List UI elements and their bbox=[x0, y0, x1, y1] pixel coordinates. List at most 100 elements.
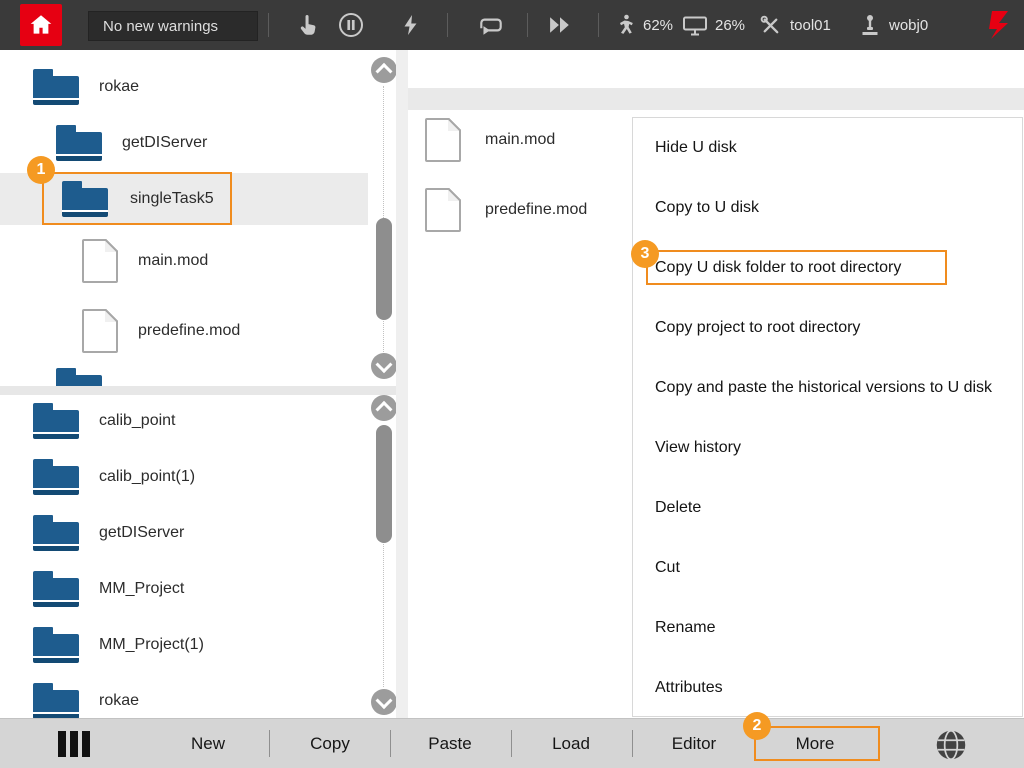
folder-icon bbox=[33, 459, 79, 495]
top-bar: No new warnings 62% bbox=[0, 0, 1024, 50]
list-item-calib-point-1[interactable]: calib_point(1) bbox=[0, 451, 368, 503]
list-item-mm-project[interactable]: MM_Project bbox=[0, 563, 368, 615]
separator bbox=[269, 730, 270, 757]
content-panel: main.mod predefine.mod Hide U disk Copy … bbox=[408, 50, 1024, 718]
hand-icon[interactable] bbox=[296, 12, 322, 38]
step-badge-1: 1 bbox=[27, 156, 55, 184]
separator bbox=[268, 13, 269, 37]
project-list-panel: calib_point calib_point(1) getDIServer M… bbox=[0, 395, 396, 718]
chevron-up-icon bbox=[376, 401, 393, 418]
scrollbar-thumb[interactable] bbox=[376, 425, 392, 543]
menu-item-cut[interactable]: Cut bbox=[633, 538, 1022, 598]
file-icon bbox=[425, 118, 461, 162]
file-icon bbox=[82, 239, 118, 283]
load-value: 26% bbox=[715, 17, 745, 34]
tool-indicator[interactable]: tool01 bbox=[758, 0, 831, 50]
loop-icon[interactable] bbox=[477, 13, 505, 37]
fast-forward-icon[interactable] bbox=[546, 14, 574, 36]
separator bbox=[598, 13, 599, 37]
bottom-button-new[interactable]: New bbox=[191, 719, 225, 768]
brand-logo bbox=[988, 9, 1012, 41]
scroll-up-button[interactable] bbox=[371, 395, 396, 421]
tree-item-label: getDIServer bbox=[122, 134, 207, 152]
folder-icon bbox=[56, 125, 102, 161]
app-window: No new warnings 62% bbox=[0, 0, 1024, 768]
content-toolbar-strip bbox=[408, 88, 1024, 110]
file-row-main-mod[interactable]: main.mod bbox=[408, 115, 628, 165]
step-badge-3: 3 bbox=[631, 240, 659, 268]
menu-item-rename[interactable]: Rename bbox=[633, 598, 1022, 658]
separator bbox=[632, 730, 633, 757]
bottom-button-copy[interactable]: Copy bbox=[310, 719, 350, 768]
bottom-button-load[interactable]: Load bbox=[552, 719, 590, 768]
list-item-label: rokae bbox=[99, 692, 139, 710]
file-row-predefine-mod[interactable]: predefine.mod bbox=[408, 185, 628, 235]
menu-item-hide-u-disk[interactable]: Hide U disk bbox=[633, 118, 1022, 178]
list-item-label: getDIServer bbox=[99, 524, 184, 542]
tree-item-rokae[interactable]: rokae bbox=[0, 61, 368, 113]
scroll-up-button[interactable] bbox=[371, 57, 396, 83]
tree-item-getdiserver[interactable]: getDIServer bbox=[0, 117, 368, 169]
scrollbar-thumb[interactable] bbox=[376, 218, 392, 320]
list-item-label: MM_Project(1) bbox=[99, 636, 204, 654]
folder-icon bbox=[33, 627, 79, 663]
list-item-label: calib_point(1) bbox=[99, 468, 195, 486]
menu-item-copy-to-u-disk[interactable]: Copy to U disk bbox=[633, 178, 1022, 238]
load-indicator[interactable]: 26% bbox=[682, 0, 745, 50]
wobj-indicator[interactable]: wobj0 bbox=[858, 0, 928, 50]
separator bbox=[527, 13, 528, 37]
menu-item-delete[interactable]: Delete bbox=[633, 478, 1022, 538]
list-item-label: calib_point bbox=[99, 412, 176, 430]
columns-icon[interactable] bbox=[58, 731, 90, 757]
warning-status[interactable]: No new warnings bbox=[88, 11, 258, 41]
chevron-down-icon bbox=[376, 356, 393, 373]
tree-item-label: rokae bbox=[99, 78, 139, 96]
highlight-box-more-button bbox=[754, 726, 880, 761]
menu-item-copy-project-to-root[interactable]: Copy project to root directory bbox=[633, 298, 1022, 358]
menu-item-view-history[interactable]: View history bbox=[633, 418, 1022, 478]
tool-value: tool01 bbox=[790, 17, 831, 34]
menu-item-attributes[interactable]: Attributes bbox=[633, 658, 1022, 718]
list-item-label: MM_Project bbox=[99, 580, 184, 598]
highlight-box-menu-item bbox=[646, 250, 947, 285]
tree-item-label: main.mod bbox=[138, 252, 208, 270]
context-menu: Hide U disk Copy to U disk Copy U disk f… bbox=[632, 117, 1023, 717]
bottom-button-paste[interactable]: Paste bbox=[428, 719, 471, 768]
joystick-icon bbox=[858, 13, 882, 37]
folder-icon bbox=[33, 69, 79, 105]
file-icon bbox=[82, 309, 118, 353]
tree-item-label: predefine.mod bbox=[138, 322, 240, 340]
menu-item-copy-historical-versions[interactable]: Copy and paste the historical versions t… bbox=[633, 358, 1022, 418]
bottom-button-editor[interactable]: Editor bbox=[672, 719, 716, 768]
wrench-icon bbox=[758, 13, 783, 38]
list-item-mm-project-1[interactable]: MM_Project(1) bbox=[0, 619, 368, 671]
list-item-rokae[interactable]: rokae bbox=[0, 675, 368, 718]
home-button[interactable] bbox=[20, 4, 62, 46]
panel-divider bbox=[0, 386, 396, 395]
list-item-getdiserver[interactable]: getDIServer bbox=[0, 507, 368, 559]
lightning-icon[interactable] bbox=[399, 12, 423, 38]
file-label: predefine.mod bbox=[485, 201, 587, 219]
highlight-box-singletask5 bbox=[42, 172, 232, 225]
globe-icon[interactable] bbox=[932, 726, 970, 764]
folder-icon bbox=[33, 515, 79, 551]
separator bbox=[447, 13, 448, 37]
monitor-icon bbox=[682, 14, 708, 37]
scroll-down-button[interactable] bbox=[371, 689, 396, 715]
folder-icon bbox=[33, 683, 79, 718]
speed-value: 62% bbox=[643, 17, 673, 34]
pause-icon[interactable] bbox=[337, 11, 365, 39]
tree-item-partial[interactable] bbox=[0, 360, 368, 386]
scroll-down-button[interactable] bbox=[371, 353, 396, 379]
file-label: main.mod bbox=[485, 131, 555, 149]
step-badge-2: 2 bbox=[743, 712, 771, 740]
separator bbox=[511, 730, 512, 757]
runner-icon bbox=[612, 13, 636, 37]
separator bbox=[390, 730, 391, 757]
tree-item-main-mod[interactable]: main.mod bbox=[0, 235, 368, 287]
folder-icon bbox=[56, 368, 102, 386]
speed-indicator[interactable]: 62% bbox=[612, 0, 673, 50]
wobj-value: wobj0 bbox=[889, 17, 928, 34]
tree-item-predefine-mod[interactable]: predefine.mod bbox=[0, 305, 368, 357]
list-item-calib-point[interactable]: calib_point bbox=[0, 395, 368, 447]
